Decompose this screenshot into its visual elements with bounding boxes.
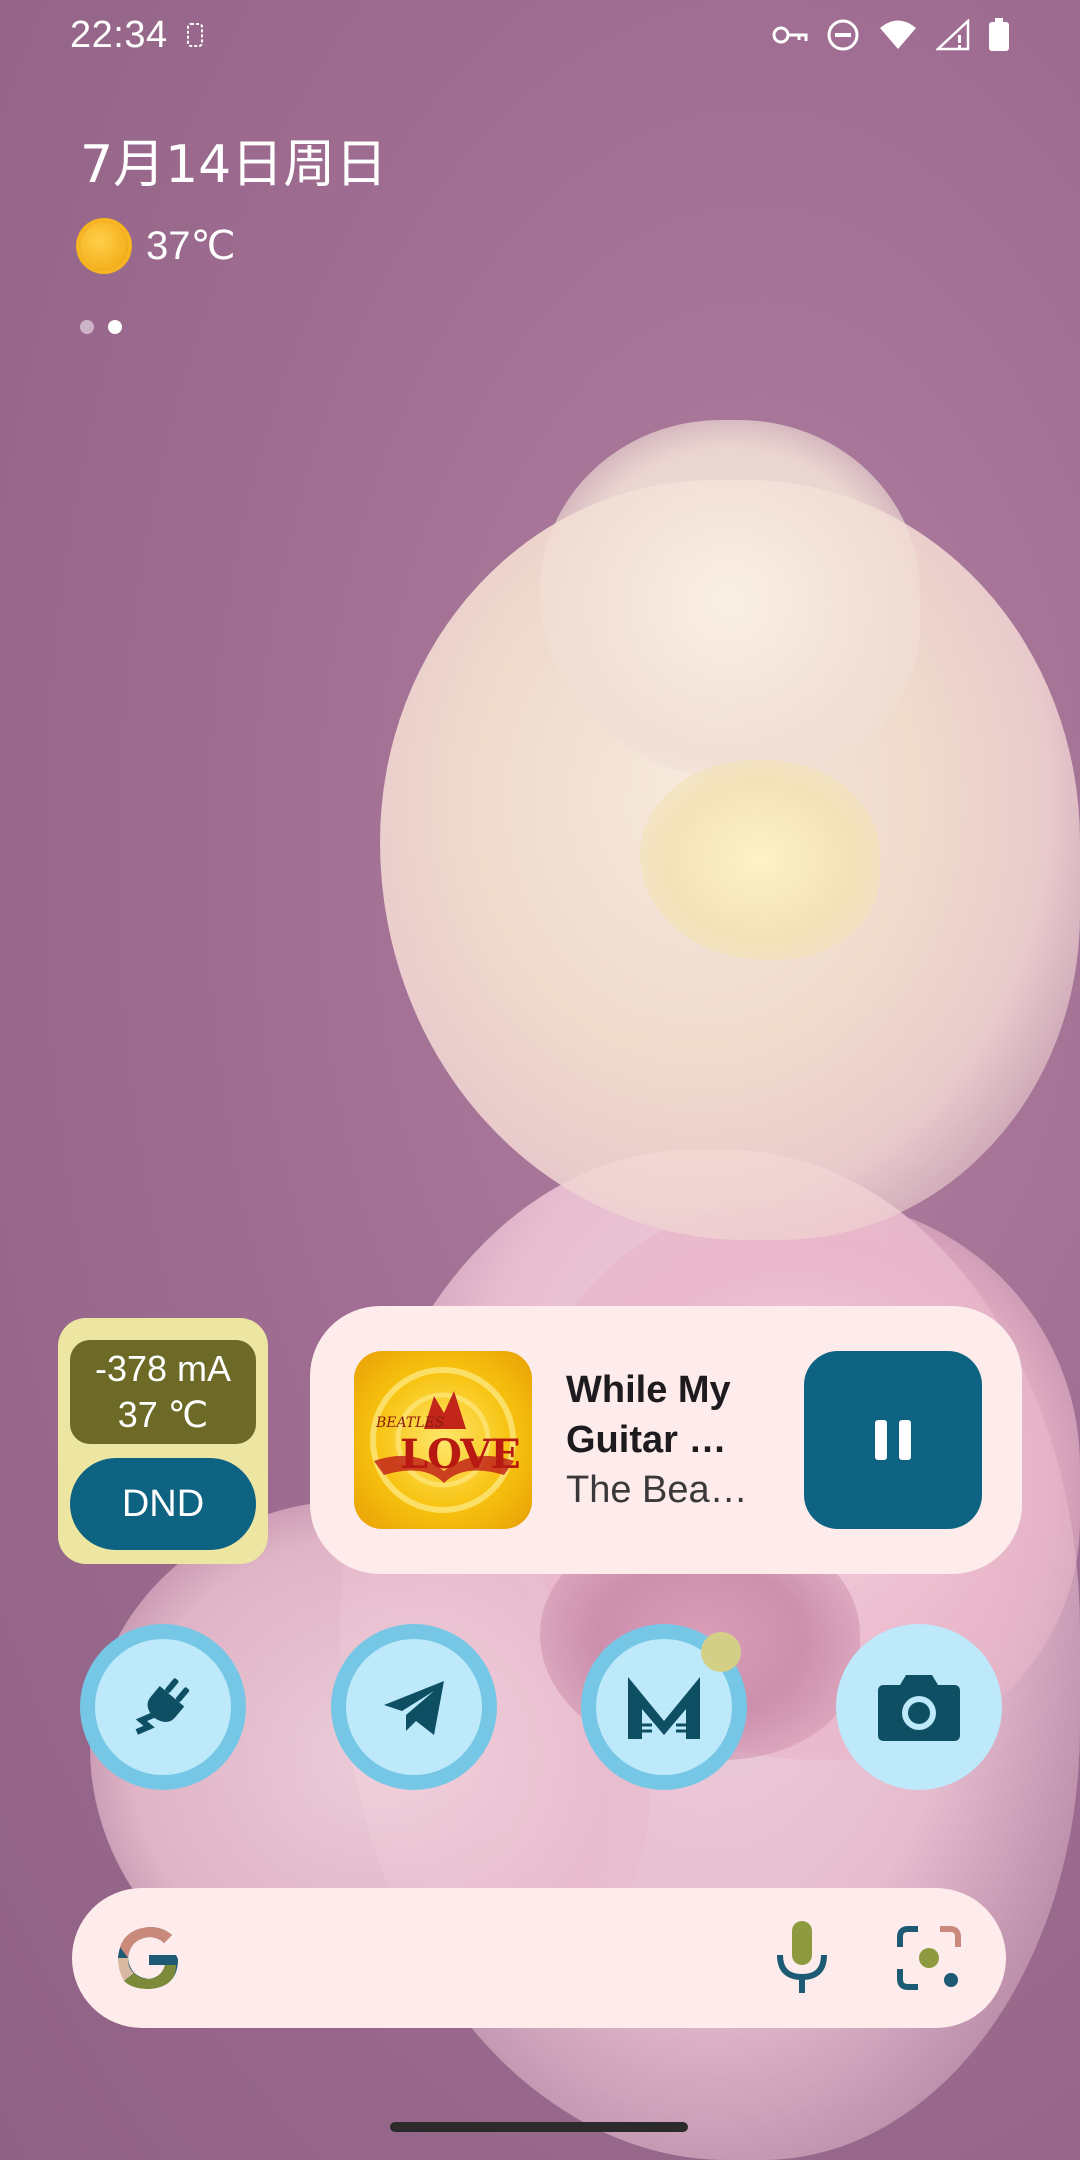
weather-temperature: 37℃ — [146, 224, 236, 268]
plug-icon — [135, 1678, 190, 1735]
album-text-big: LOVE — [400, 1431, 521, 1478]
wifi-icon — [880, 20, 916, 49]
dnd-button[interactable]: DND — [70, 1458, 256, 1550]
battery-current: -378 mA — [94, 1348, 232, 1389]
battery-temperature: 37 ℃ — [117, 1394, 209, 1435]
pause-button[interactable] — [804, 1351, 982, 1529]
signal-icon — [936, 19, 970, 51]
page-indicator — [80, 320, 122, 334]
status-time: 22:34 — [70, 13, 168, 56]
mail-cat-icon[interactable] — [581, 1624, 747, 1790]
plug-app-icon-inner — [95, 1639, 231, 1775]
sun-icon — [80, 222, 128, 270]
notification-dot — [701, 1632, 741, 1672]
camera-glyph-icon — [878, 1675, 960, 1741]
pause-icon — [875, 1420, 887, 1460]
album-text-small: BEATLES — [376, 1415, 445, 1431]
lens-icon[interactable] — [896, 1925, 962, 1991]
pause-icon-bar — [899, 1420, 911, 1460]
search-bar[interactable] — [72, 1888, 1006, 2028]
battery-stats: -378 mA 37 ℃ — [70, 1340, 256, 1444]
plug-app-icon[interactable] — [80, 1624, 246, 1790]
home-gesture-handle[interactable] — [390, 2122, 688, 2132]
sim-icon — [186, 23, 203, 47]
date-text[interactable]: 7月14日周日 — [80, 122, 387, 197]
battery-icon — [989, 18, 1009, 51]
dnd-icon — [827, 19, 859, 51]
telegram-icon[interactable] — [331, 1624, 497, 1790]
page-dot-active — [108, 320, 122, 334]
battery-widget[interactable]: -378 mA 37 ℃ DND — [58, 1318, 268, 1564]
media-info[interactable]: While My Guitar … The Bea… — [566, 1365, 804, 1515]
media-artist: The Bea… — [566, 1469, 748, 1511]
wallpaper — [0, 0, 1080, 2160]
album-art[interactable]: BEATLES LOVE — [354, 1351, 532, 1529]
page-dot — [80, 320, 94, 334]
media-title: While My Guitar … — [566, 1369, 731, 1461]
vpn-key-icon — [772, 26, 808, 44]
status-bar: 22:34 — [0, 0, 1080, 70]
paper-plane-icon — [384, 1681, 444, 1735]
mic-icon[interactable] — [774, 1919, 830, 1997]
camera-icon[interactable] — [836, 1624, 1002, 1790]
weather-chip[interactable]: 37℃ — [80, 222, 235, 270]
media-widget[interactable]: BEATLES LOVE While My Guitar … The Bea… — [310, 1306, 1022, 1574]
telegram-icon-inner — [346, 1639, 482, 1775]
cat-m-icon — [628, 1677, 700, 1739]
google-g-icon[interactable] — [116, 1925, 182, 1991]
